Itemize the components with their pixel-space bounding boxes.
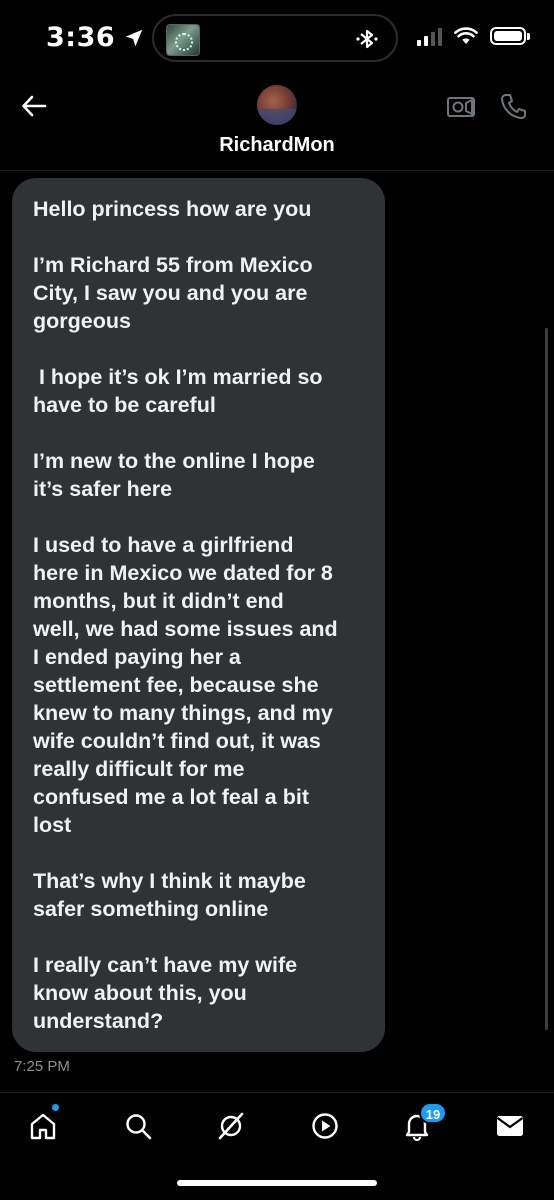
location-arrow-icon (125, 29, 143, 46)
bluetooth-icon (356, 29, 378, 49)
conversation-header: RichardMon (0, 80, 554, 170)
message-paragraph: Hello princess how are you (33, 197, 312, 221)
home-unread-dot (52, 1104, 59, 1111)
home-icon[interactable] (28, 1111, 58, 1141)
message-paragraph: I’m Richard 55 from Mexico City, I saw y… (33, 253, 313, 333)
status-bar: 3:36 (0, 0, 554, 80)
header-divider (0, 170, 554, 171)
status-indicators (417, 26, 530, 46)
now-playing-artwork (166, 24, 200, 56)
search-icon[interactable] (123, 1111, 153, 1141)
cellular-signal-icon (417, 26, 442, 46)
battery-icon (490, 27, 530, 45)
spaces-icon[interactable] (310, 1111, 340, 1141)
dynamic-island[interactable] (152, 14, 398, 62)
home-indicator[interactable] (177, 1180, 377, 1186)
status-time: 3:36 (46, 22, 116, 53)
phone-call-icon[interactable] (500, 92, 526, 120)
message-paragraph: That’s why I think it maybe safer someth… (33, 869, 306, 921)
contact-avatar[interactable] (257, 85, 297, 125)
dm-screen: 3:36 RichardMon Hello princess how are y… (0, 0, 554, 1200)
back-arrow-icon[interactable] (20, 92, 48, 120)
message-bubble[interactable]: Hello princess how are you I’m Richard 5… (12, 178, 385, 1052)
message-paragraph: I used to have a girlfriend here in Mexi… (33, 533, 338, 837)
message-timestamp: 7:25 PM (14, 1058, 70, 1075)
message-paragraph: I really can’t have my wife know about t… (33, 953, 298, 1033)
status-time-group: 3:36 (46, 22, 145, 53)
scrollbar[interactable] (545, 328, 548, 1030)
video-call-icon[interactable] (446, 92, 476, 120)
wifi-icon (454, 27, 478, 44)
message-paragraph: I hope it’s ok I’m married so have to be… (33, 365, 323, 417)
grok-icon[interactable] (216, 1111, 246, 1141)
messages-icon[interactable] (495, 1111, 525, 1141)
contact-name[interactable]: RichardMon (0, 134, 554, 157)
notifications-badge: 19 (419, 1102, 447, 1124)
message-paragraph: I’m new to the online I hope it’s safer … (33, 449, 315, 501)
